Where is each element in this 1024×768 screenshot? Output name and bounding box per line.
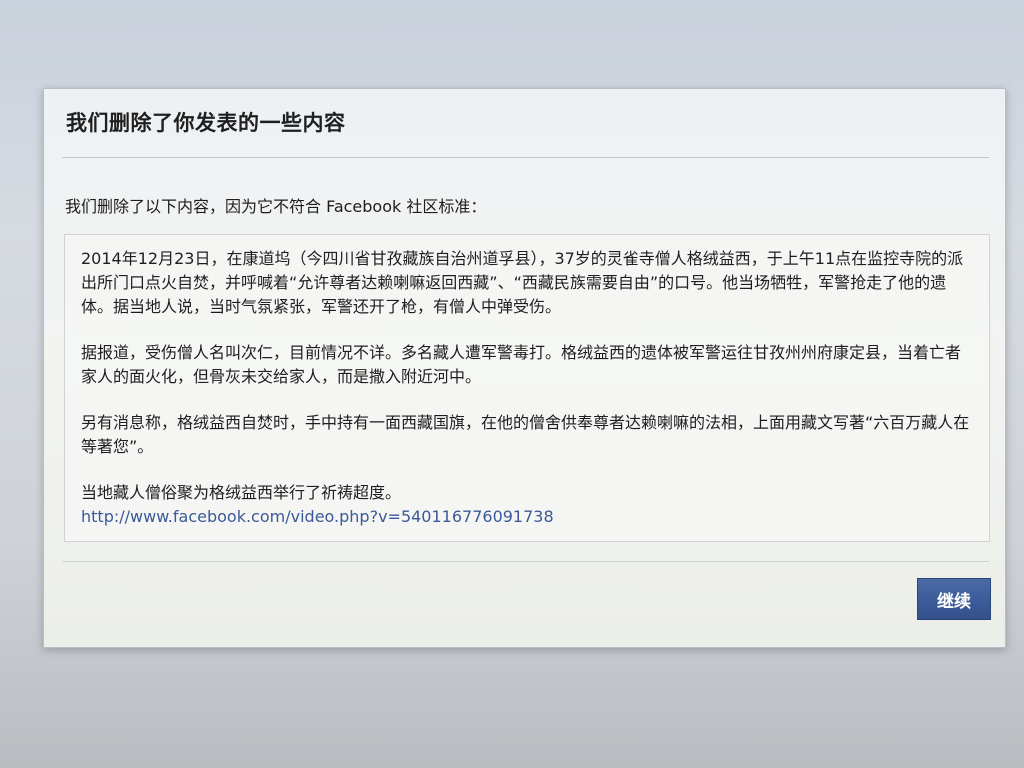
post-paragraph-4: 当地藏人僧俗聚为格绒益西举行了祈祷超度。 (81, 483, 402, 502)
removed-content-dialog: 我们删除了你发表的一些内容 我们删除了以下内容，因为它不符合 Facebook … (43, 88, 1006, 648)
dialog-intro-text: 我们删除了以下内容，因为它不符合 Facebook 社区标准： (65, 197, 487, 216)
post-paragraph-3: 另有消息称，格绒益西自焚时，手中持有一面西藏国旗，在他的僧舍供奉尊者达赖喇嘛的法… (81, 413, 970, 456)
footer-divider (62, 561, 989, 562)
post-paragraph-2: 据报道，受伤僧人名叫次仁，目前情况不详。多名藏人遭军警毒打。格绒益西的遗体被军警… (81, 343, 962, 386)
title-divider (62, 157, 989, 158)
removed-post-content: 2014年12月23日，在康道坞（今四川省甘孜藏族自治州道孚县），37岁的灵雀寺… (64, 234, 990, 542)
post-paragraph-1: 2014年12月23日，在康道坞（今四川省甘孜藏族自治州道孚县），37岁的灵雀寺… (81, 249, 964, 316)
video-link[interactable]: http://www.facebook.com/video.php?v=5401… (81, 505, 973, 529)
dialog-title: 我们删除了你发表的一些内容 (66, 111, 346, 135)
continue-button[interactable]: 继续 (917, 578, 991, 620)
